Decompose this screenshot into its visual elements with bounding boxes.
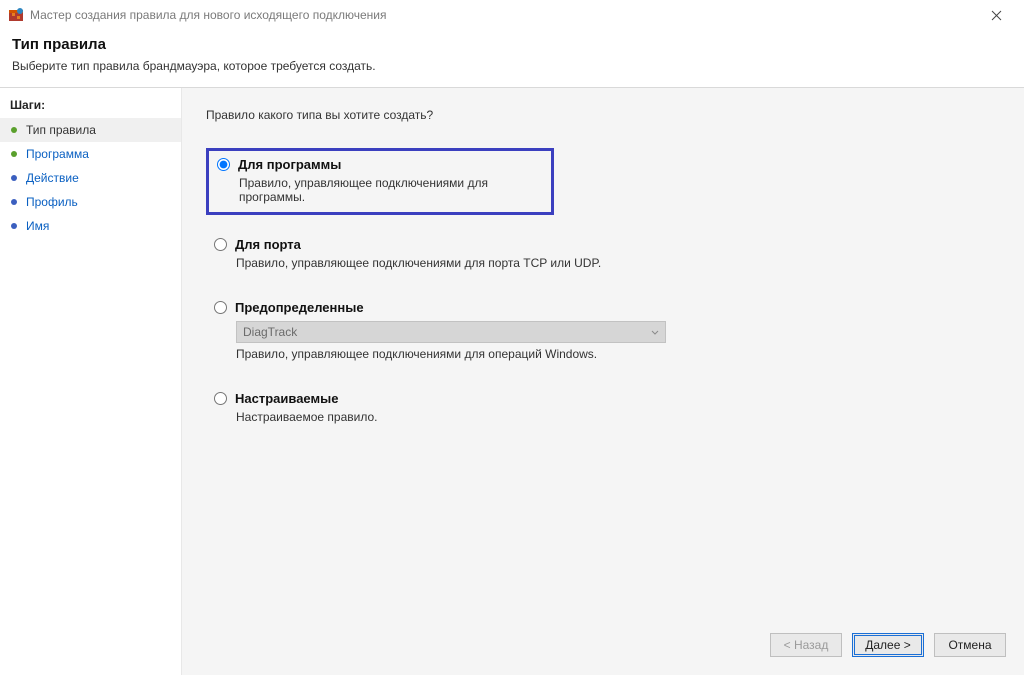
bullet-icon	[10, 126, 18, 134]
step-action[interactable]: Действие	[0, 166, 181, 190]
predefined-select-value: DiagTrack	[243, 325, 297, 339]
option-port-desc: Правило, управляющее подключениями для п…	[236, 256, 992, 270]
option-program-desc: Правило, управляющее подключениями для п…	[239, 176, 543, 204]
step-label: Тип правила	[26, 123, 96, 137]
bullet-icon	[10, 150, 18, 158]
close-button[interactable]	[976, 1, 1016, 29]
step-profile[interactable]: Профиль	[0, 190, 181, 214]
bullet-icon	[10, 198, 18, 206]
next-button[interactable]: Далее >	[852, 633, 924, 657]
bullet-icon	[10, 174, 18, 182]
radio-program[interactable]	[217, 158, 230, 171]
steps-heading: Шаги:	[0, 94, 181, 118]
option-predefined: Предопределенные DiagTrack Правило, упра…	[206, 294, 1000, 369]
option-custom-label: Настраиваемые	[235, 391, 338, 406]
option-port: Для порта Правило, управляющее подключен…	[206, 231, 1000, 278]
bullet-icon	[10, 222, 18, 230]
predefined-select: DiagTrack	[236, 321, 666, 343]
page-title: Тип правила	[12, 36, 1012, 53]
back-button[interactable]: < Назад	[770, 633, 842, 657]
option-port-label: Для порта	[235, 237, 301, 252]
option-custom-desc: Настраиваемое правило.	[236, 410, 992, 424]
cancel-button[interactable]: Отмена	[934, 633, 1006, 657]
step-rule-type[interactable]: Тип правила	[0, 118, 181, 142]
titlebar: Мастер создания правила для нового исход…	[0, 0, 1024, 30]
option-program: Для программы Правило, управляющее подкл…	[206, 148, 554, 215]
option-custom: Настраиваемые Настраиваемое правило.	[206, 385, 1000, 432]
step-label: Имя	[26, 219, 49, 233]
main-panel: Правило какого типа вы хотите создать? Д…	[182, 88, 1024, 675]
step-label: Действие	[26, 171, 79, 185]
question-text: Правило какого типа вы хотите создать?	[206, 108, 1000, 122]
steps-sidebar: Шаги: Тип правила Программа Действие Про…	[0, 88, 182, 675]
close-icon	[991, 10, 1002, 21]
radio-port[interactable]	[214, 238, 227, 251]
step-label: Профиль	[26, 195, 78, 209]
step-program[interactable]: Программа	[0, 142, 181, 166]
option-predefined-desc: Правило, управляющее подключениями для о…	[236, 347, 992, 361]
wizard-buttons: < Назад Далее > Отмена	[770, 633, 1006, 657]
radio-custom[interactable]	[214, 392, 227, 405]
option-program-label: Для программы	[238, 157, 341, 172]
step-label: Программа	[26, 147, 89, 161]
window-title: Мастер создания правила для нового исход…	[30, 8, 976, 22]
radio-predefined[interactable]	[214, 301, 227, 314]
chevron-down-icon	[651, 325, 659, 339]
step-name[interactable]: Имя	[0, 214, 181, 238]
firewall-icon	[8, 7, 24, 23]
wizard-header: Тип правила Выберите тип правила брандма…	[0, 30, 1024, 87]
option-predefined-label: Предопределенные	[235, 300, 364, 315]
page-subtitle: Выберите тип правила брандмауэра, которо…	[12, 59, 1012, 73]
